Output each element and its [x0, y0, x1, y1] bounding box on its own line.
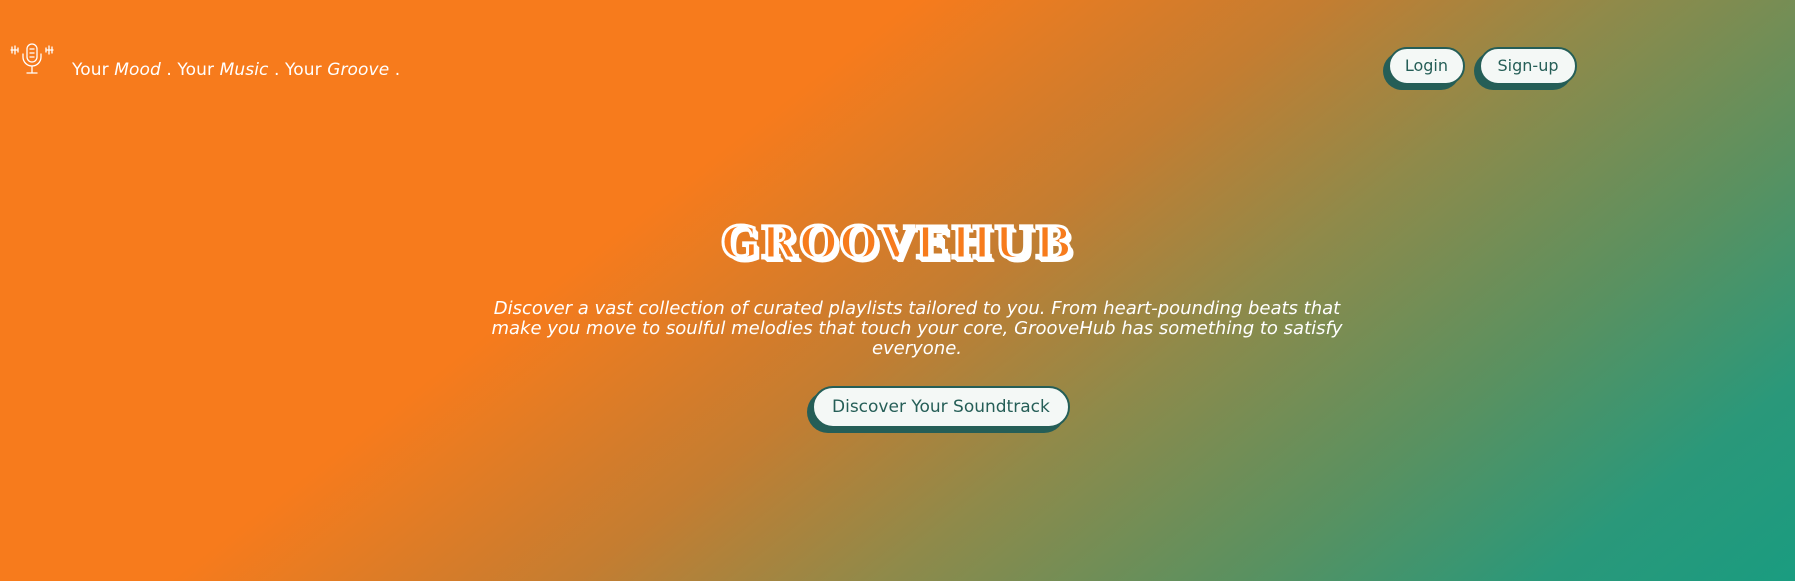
hero-description: Discover a vast collection of curated pl… — [491, 298, 1343, 359]
tagline-part: Your — [72, 60, 115, 80]
tagline-part: . — [394, 60, 401, 80]
login-button[interactable]: Login — [1387, 47, 1465, 85]
microphone-icon[interactable] — [9, 42, 57, 82]
tagline-mood: Mood — [114, 60, 161, 80]
discover-soundtrack-button[interactable]: Discover Your Soundtrack — [812, 386, 1070, 428]
tagline-groove: Groove — [327, 60, 390, 80]
tagline: Your Mood . Your Music . Your Groove . — [72, 59, 400, 81]
sign-up-button[interactable]: Sign-up — [1479, 47, 1577, 85]
hero-title: GROOVEHUB — [720, 218, 1074, 270]
tagline-part: . Your — [273, 60, 328, 80]
auth-actions: Login Sign-up — [1387, 47, 1577, 85]
tagline-part: . Your — [166, 60, 220, 80]
top-bar: Your Mood . Your Music . Your Groove . L… — [0, 0, 1795, 140]
tagline-music: Music — [219, 60, 269, 80]
landing-page: Your Mood . Your Music . Your Groove . L… — [0, 0, 1795, 581]
